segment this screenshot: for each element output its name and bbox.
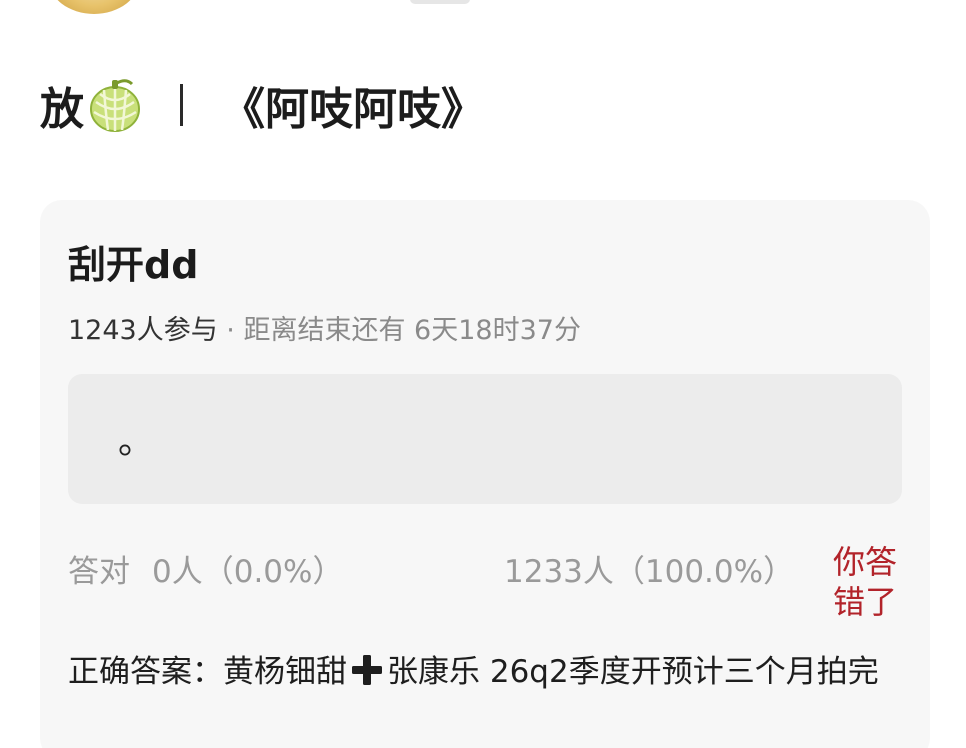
correct-label: 答对 [68,554,130,590]
top-username-fragment [410,0,470,4]
stat-correct: 答对 0人（0.0%） [68,546,343,591]
poll-meta: 1243人参与 · 距离结束还有 6天18时37分 [68,308,581,347]
correct-count: 0人（0.0%） [152,554,344,590]
poll-countdown: 距离结束还有 6天18时37分 [243,315,581,346]
poll-participants: 1243人参与 [68,315,218,346]
answer-prefix: 正确答案：黄杨钿甜 [68,654,347,690]
poll-title: 刮开dd [68,243,199,287]
wrong-answer-badge: 你答错了 [833,543,898,621]
melon-icon [90,79,140,132]
meta-separator: · [217,315,244,346]
poll-stats: 答对 0人（0.0%） 1233人（100.0%） 你答错了 [68,543,908,630]
correct-answer: 正确答案：黄杨钿甜 张康乐 26q2季度开预计三个月拍完 [68,650,908,694]
poll-card: 刮开dd 1243人参与 · 距离结束还有 6天18时37分 。 答对 0人（0.… [40,200,930,748]
answer-suffix: 张康乐 26q2季度开预计三个月拍完 [387,654,879,690]
post-title: 放 《阿吱阿吱》 [40,70,485,140]
plus-icon [352,655,382,685]
post-title-prefix: 放 [40,84,84,135]
poll-option[interactable]: 。 [68,374,902,504]
title-divider [180,84,183,126]
stat-wrong: 1233人（100.0%） [504,554,795,590]
poll-option-text: 。 [118,421,155,462]
avatar[interactable] [48,0,140,14]
post-title-name: 《阿吱阿吱》 [221,84,485,135]
